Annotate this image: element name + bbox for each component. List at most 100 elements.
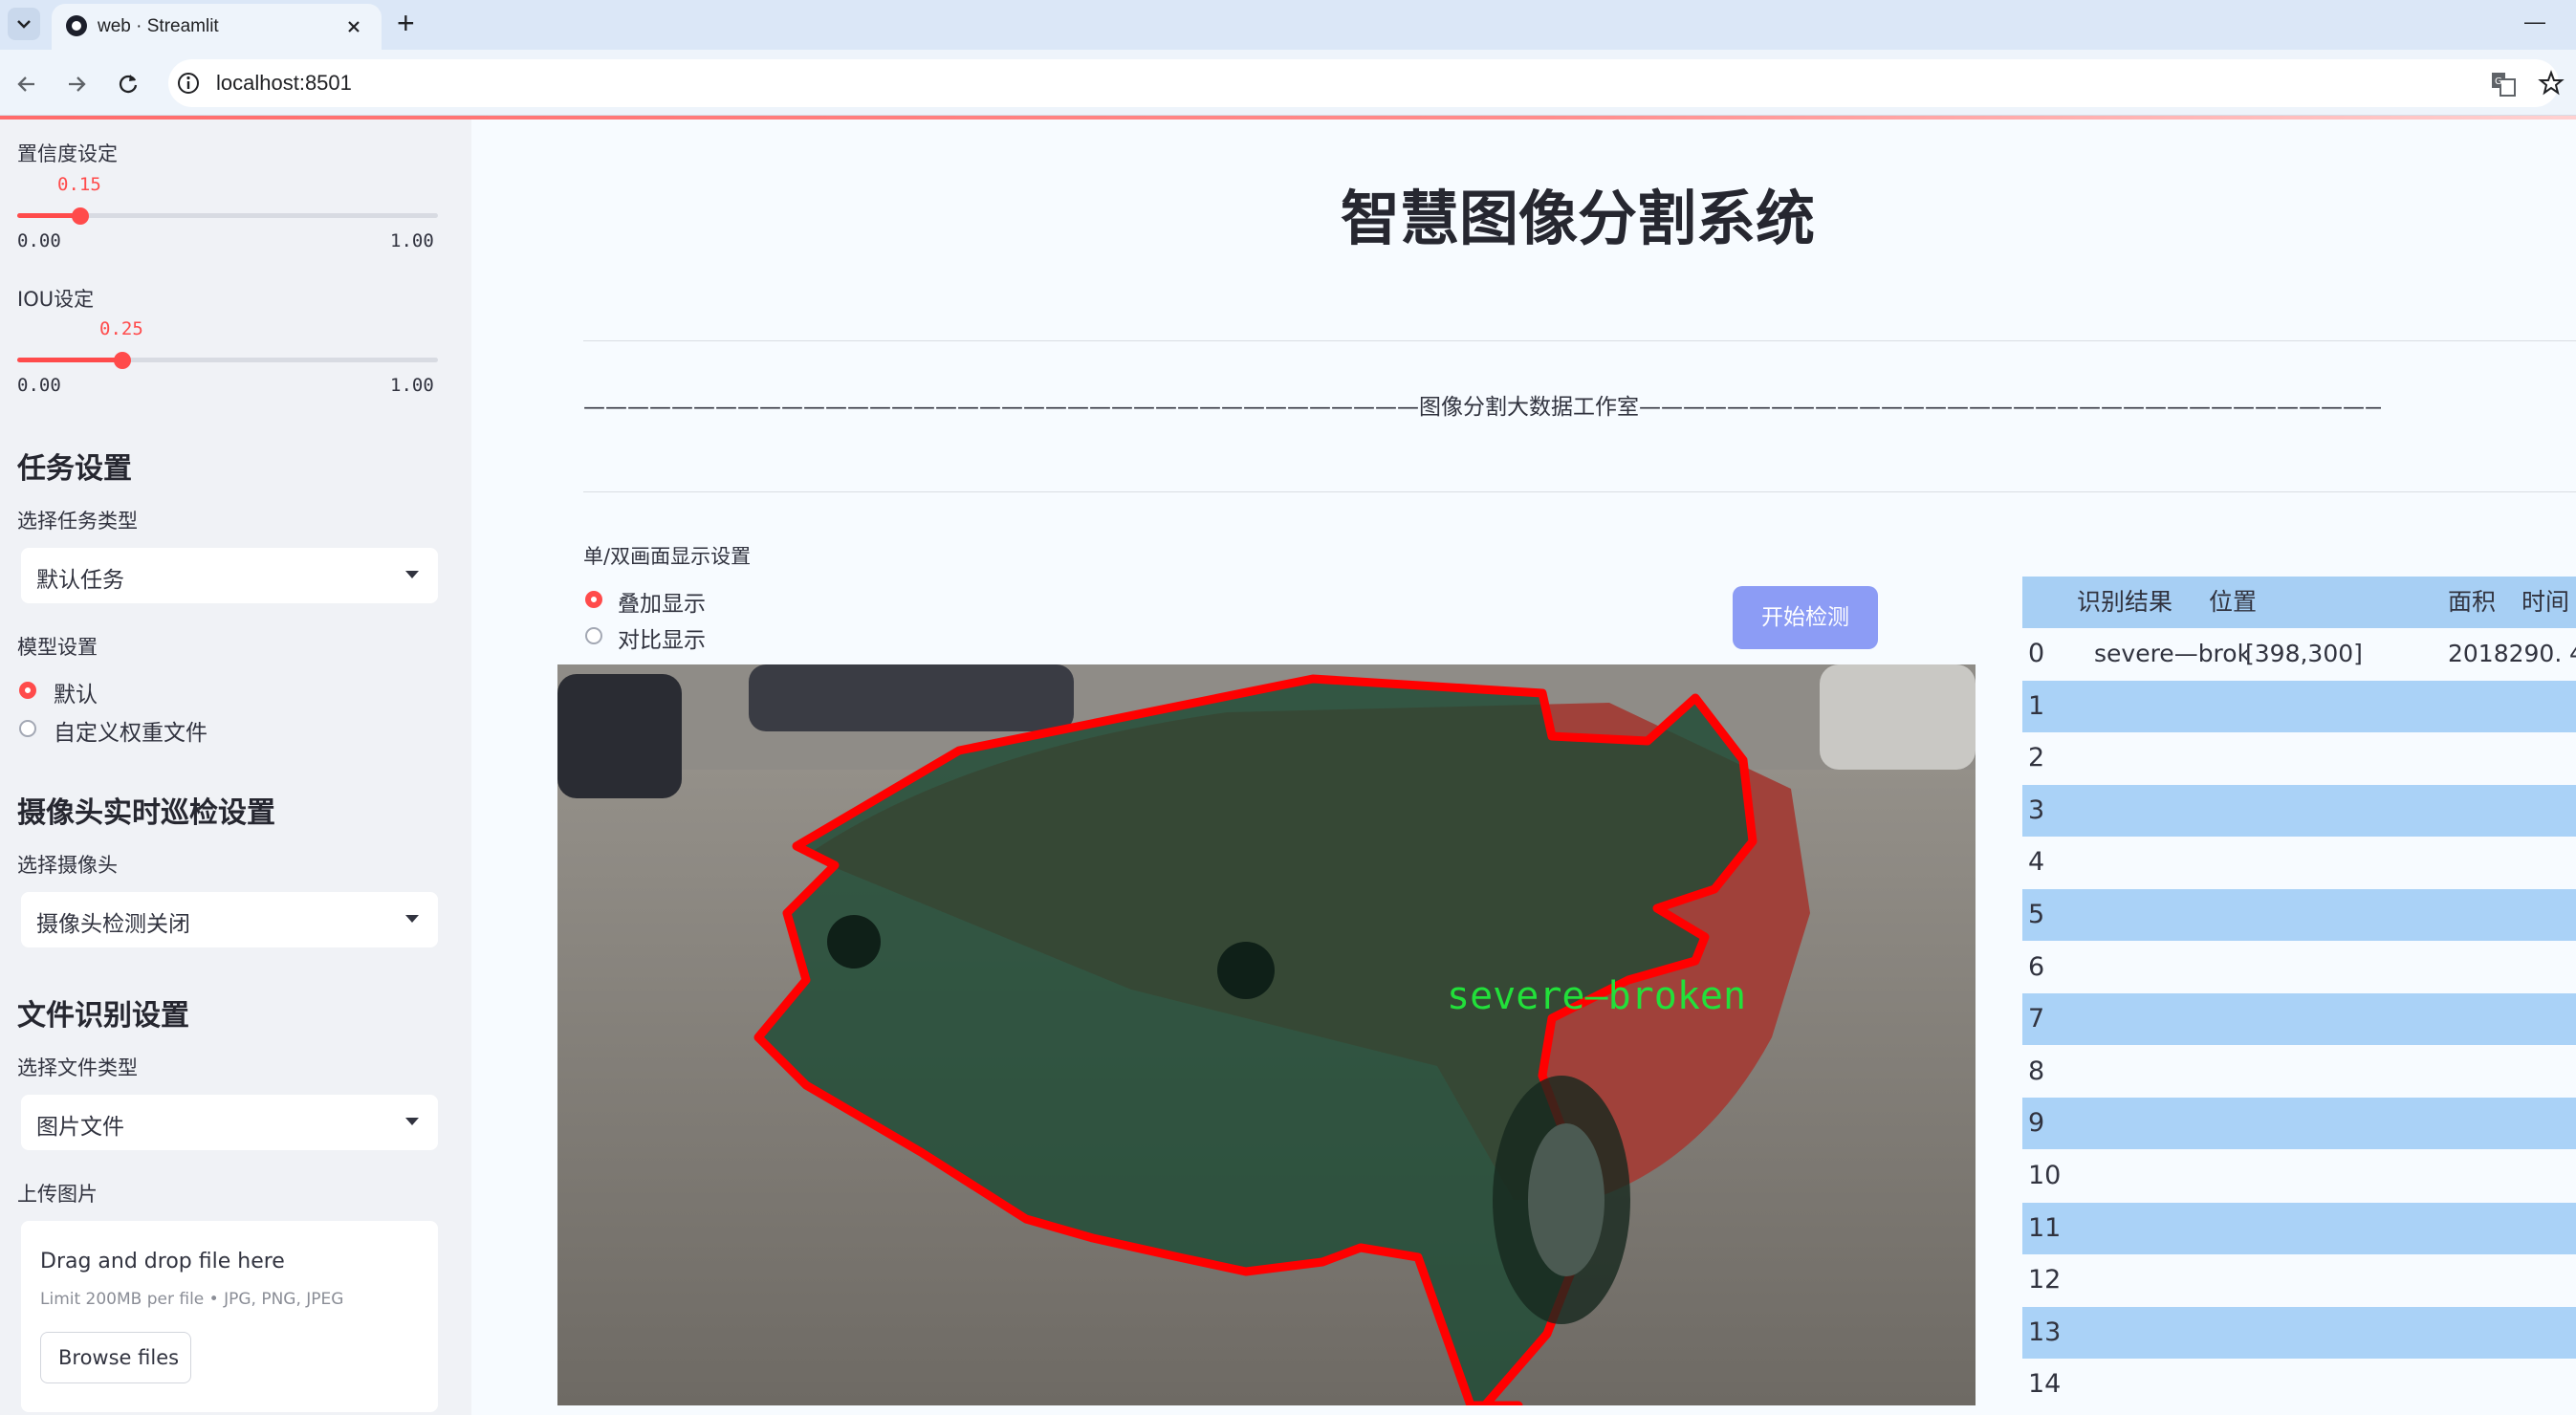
table-row[interactable]: 0 severe—broken[398,300] 2018290.04 <box>2022 628 2576 680</box>
row-area: 2018290.0 <box>2448 640 2563 667</box>
url-text: localhost:8501 <box>216 71 352 95</box>
model-option-default[interactable]: 默认 <box>19 676 306 708</box>
row-index: 2 <box>2028 743 2045 773</box>
row-index: 13 <box>2028 1317 2062 1347</box>
translate-icon[interactable]: G <box>2490 71 2517 98</box>
svg-text:G: G <box>2495 76 2502 87</box>
display-option-label: 叠加显示 <box>618 592 706 617</box>
browser-tab-bar <box>0 0 2576 50</box>
model-settings-label: 模型设置 <box>17 636 98 659</box>
row-index: 7 <box>2028 1004 2045 1034</box>
table-row[interactable]: 2 <box>2022 732 2576 785</box>
model-option-custom-weights[interactable]: 自定义权重文件 <box>19 714 306 746</box>
results-table[interactable]: 识别结果 位置 面积 时间 0 severe—broken[398,300] 201… <box>2022 577 2576 1415</box>
camera-section-heading: 摄像头实时巡检设置 <box>17 796 275 830</box>
back-arrow-icon[interactable] <box>13 71 40 98</box>
table-row[interactable]: 9 <box>2022 1098 2576 1150</box>
task-type-value: 默认任务 <box>36 568 124 593</box>
address-bar[interactable]: localhost:8501 G <box>168 59 2565 107</box>
radio-unselected-icon <box>585 627 602 644</box>
row-index: 14 <box>2028 1369 2062 1400</box>
row-index: 11 <box>2028 1212 2062 1243</box>
reload-icon[interactable] <box>115 71 142 98</box>
task-type-label: 选择任务类型 <box>17 510 138 533</box>
iou-slider[interactable] <box>17 352 438 371</box>
table-header-position: 位置 <box>2209 588 2258 616</box>
forward-arrow-icon[interactable] <box>63 71 90 98</box>
camera-label: 选择摄像头 <box>17 854 118 877</box>
confidence-slider-thumb[interactable] <box>72 207 89 225</box>
row-position: [398,300] <box>2245 640 2363 667</box>
tab-title: web · Streamlit <box>98 16 219 36</box>
camera-select[interactable]: 摄像头检测关闭 <box>21 892 438 947</box>
browse-files-label: Browse files <box>58 1346 180 1369</box>
table-row[interactable]: 13 <box>2022 1306 2576 1359</box>
dropzone-title: Drag and drop file here <box>40 1250 285 1274</box>
detection-label: severe—broken <box>1447 974 1746 1018</box>
segmentation-overlay-image: severe—broken <box>557 664 1976 1410</box>
file-type-select[interactable]: 图片文件 <box>21 1095 438 1150</box>
table-row[interactable]: 3 <box>2022 784 2576 837</box>
table-row[interactable]: 12 <box>2022 1254 2576 1307</box>
confidence-value: 0.15 <box>57 174 101 195</box>
browse-files-button[interactable]: Browse files <box>40 1332 191 1383</box>
table-header-result: 识别结果 <box>2077 588 2173 616</box>
confidence-min: 0.00 <box>17 230 61 251</box>
table-row[interactable]: 1 <box>2022 680 2576 732</box>
file-dropzone[interactable]: Drag and drop file here Limit 200MB per … <box>21 1221 438 1412</box>
task-section-heading: 任务设置 <box>17 452 132 486</box>
divider-top <box>583 340 2576 341</box>
divider-bottom <box>583 491 2576 492</box>
table-row[interactable]: 4 <box>2022 837 2576 889</box>
table-row[interactable]: 11 <box>2022 1202 2576 1254</box>
bookmark-star-icon[interactable] <box>2538 70 2565 97</box>
table-row[interactable]: 7 <box>2022 993 2576 1046</box>
chevron-down-icon <box>17 20 31 29</box>
table-row[interactable]: 14 <box>2022 1359 2576 1411</box>
row-time: 4 <box>2569 628 2576 680</box>
row-index: 1 <box>2028 690 2045 721</box>
row-result: severe—broken <box>2094 640 2247 667</box>
display-option-overlay[interactable]: 叠加显示 <box>585 585 824 617</box>
model-option-label: 默认 <box>54 683 98 708</box>
row-index: 12 <box>2028 1265 2062 1295</box>
row-index: 9 <box>2028 1108 2045 1139</box>
chevron-down-icon <box>405 571 419 578</box>
row-index: 0 <box>2028 639 2045 668</box>
confidence-label: 置信度设定 <box>17 142 118 165</box>
file-section-heading: 文件识别设置 <box>17 999 189 1033</box>
table-row[interactable]: 10 <box>2022 1150 2576 1202</box>
file-type-value: 图片文件 <box>36 1115 124 1140</box>
confidence-max: 1.00 <box>390 230 434 251</box>
display-option-compare[interactable]: 对比显示 <box>585 621 824 653</box>
radio-selected-icon <box>585 591 602 608</box>
task-type-select[interactable]: 默认任务 <box>21 548 438 603</box>
sidebar: 置信度设定 0.15 0.00 1.00 IOU设定 0.25 0.00 1.0… <box>0 120 471 1415</box>
iou-max: 1.00 <box>390 375 434 396</box>
table-header-area: 面积 <box>2448 588 2497 616</box>
model-option-label: 自定义权重文件 <box>54 721 207 746</box>
row-index: 10 <box>2028 1161 2062 1190</box>
upload-label: 上传图片 <box>17 1183 98 1206</box>
confidence-slider[interactable] <box>17 207 438 227</box>
table-row[interactable]: 5 <box>2022 889 2576 941</box>
chevron-down-icon <box>405 915 419 923</box>
display-mode-label: 单/双画面显示设置 <box>583 545 752 568</box>
iou-slider-thumb[interactable] <box>114 352 131 369</box>
table-row[interactable]: 6 <box>2022 941 2576 993</box>
start-detection-button[interactable]: 开始检测 <box>1733 586 1878 649</box>
radio-selected-icon <box>19 682 36 699</box>
close-tab-icon[interactable] <box>342 15 365 38</box>
new-tab-button[interactable]: + <box>397 6 415 41</box>
display-option-label: 对比显示 <box>618 628 706 653</box>
site-info-icon[interactable] <box>176 71 201 96</box>
table-row[interactable]: 8 <box>2022 1045 2576 1098</box>
camera-value: 摄像头检测关闭 <box>36 912 190 937</box>
detection-result-image: severe—broken <box>557 664 1976 1410</box>
browser-tab[interactable]: web · Streamlit <box>52 4 382 50</box>
minimize-window-button[interactable]: — <box>2524 10 2545 34</box>
tab-list-dropdown-button[interactable] <box>8 8 40 40</box>
table-header-time: 时间 <box>2521 588 2570 616</box>
file-type-label: 选择文件类型 <box>17 1056 138 1079</box>
streamlit-favicon-icon <box>66 15 87 36</box>
